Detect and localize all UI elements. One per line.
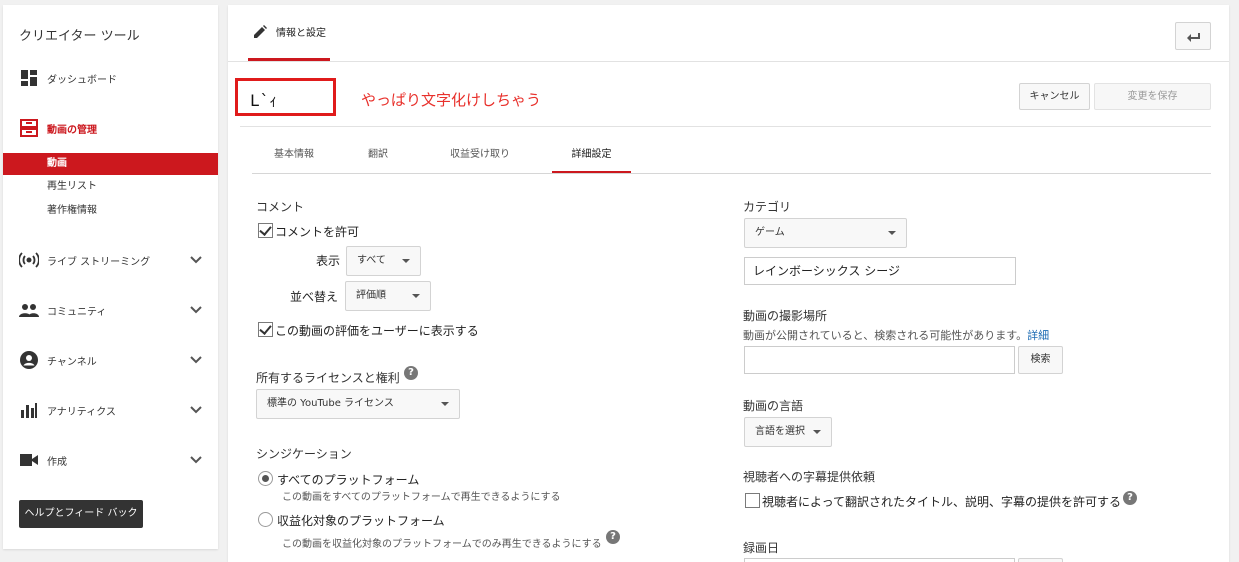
chevron-down-icon[interactable] xyxy=(188,252,204,268)
sidebar: クリエイター ツール ダッシュボード 動画の管理 動画 再生リスト 著作権情報 … xyxy=(3,5,218,549)
video-camera-icon xyxy=(19,450,39,470)
sidebar-item-label: ダッシュボード xyxy=(47,74,117,86)
display-select-value: すべて xyxy=(357,255,386,266)
license-label: 所有するライセンスと権利 xyxy=(256,371,400,385)
video-manager-icon xyxy=(19,118,39,138)
sidebar-item-label: チャンネル xyxy=(47,356,97,368)
license-select-value: 標準の YouTube ライセンス xyxy=(267,398,394,409)
caption-request-text[interactable]: 視聴者によって翻訳されたタイトル、説明、字幕の提供を許可する xyxy=(762,493,1121,510)
sidebar-subitem-playlists[interactable]: 再生リスト xyxy=(3,176,218,198)
chevron-down-icon[interactable] xyxy=(188,302,204,318)
sidebar-subitem-videos[interactable]: 動画 xyxy=(3,153,218,175)
help-icon[interactable]: ? xyxy=(1123,491,1137,505)
sort-select[interactable]: 評価順 xyxy=(345,281,431,311)
back-button[interactable] xyxy=(1175,22,1211,50)
location-label: 動画の撮影場所 xyxy=(743,309,828,323)
dropdown-arrow-icon xyxy=(402,259,410,263)
location-input[interactable] xyxy=(744,346,1015,374)
game-title-input[interactable]: レインボーシックス シージ xyxy=(744,257,1016,285)
display-label: 表示 xyxy=(316,254,341,268)
people-icon xyxy=(19,300,39,320)
allow-comments-label[interactable]: コメントを許可 xyxy=(275,223,359,240)
location-hint: 動画が公開されていると、検索される可能性があります。詳細 xyxy=(743,327,1049,343)
sidebar-item-channel[interactable]: チャンネル xyxy=(3,347,218,373)
tab-label: 情報と設定 xyxy=(276,28,326,39)
save-changes-button[interactable]: 変更を保存 xyxy=(1094,83,1211,110)
help-icon[interactable]: ? xyxy=(404,366,418,380)
platform-all-radio[interactable] xyxy=(258,471,273,486)
sidebar-item-live-streaming[interactable]: ライブ ストリーミング xyxy=(3,247,218,273)
sidebar-item-label: アナリティクス xyxy=(47,406,116,418)
show-ratings-checkbox[interactable] xyxy=(258,322,273,337)
platform-all-hint: この動画をすべてのプラットフォームで再生できるようにする xyxy=(282,492,561,503)
show-ratings-label[interactable]: この動画の評価をユーザーに表示する xyxy=(275,322,479,339)
language-label: 動画の言語 xyxy=(743,399,804,413)
main-panel: 情報と設定 L`ｨ やっぱり文字化けしちゃう キャンセル 変更を保存 基本情報 … xyxy=(228,5,1229,562)
location-hint-text: 動画が公開されていると、検索される可能性があります。 xyxy=(743,329,1028,342)
sidebar-item-community[interactable]: コミュニティ xyxy=(3,297,218,323)
platform-monetized-radio[interactable] xyxy=(258,512,273,527)
license-select[interactable]: 標準の YouTube ライセンス xyxy=(256,389,460,419)
sidebar-item-label: コミュニティ xyxy=(47,306,107,318)
dropdown-arrow-icon xyxy=(813,430,821,434)
back-arrow-icon xyxy=(1187,33,1200,42)
comments-label: コメント xyxy=(256,200,305,214)
account-circle-icon xyxy=(19,350,39,370)
caption-request-label: 視聴者への字幕提供依頼 xyxy=(743,470,876,484)
sidebar-item-label: 動画の管理 xyxy=(47,124,97,136)
chevron-down-icon[interactable] xyxy=(188,402,204,418)
allow-comments-checkbox[interactable] xyxy=(258,223,273,238)
live-broadcast-icon xyxy=(19,250,39,270)
category-select-value: ゲーム xyxy=(755,227,785,238)
cancel-button[interactable]: キャンセル xyxy=(1019,83,1090,110)
annotation-highlight-box: L`ｨ xyxy=(235,78,336,116)
annotation-text: やっぱり文字化けしちゃう xyxy=(361,91,542,109)
divider xyxy=(228,61,1229,62)
platform-monetized-hint: この動画を収益化対象のプラットフォームでのみ再生できるようにする xyxy=(282,539,602,550)
tab-basic-info[interactable]: 基本情報 xyxy=(252,140,336,174)
bar-chart-icon xyxy=(19,400,39,420)
display-select[interactable]: すべて xyxy=(346,246,421,276)
sidebar-title: クリエイター ツール xyxy=(19,29,140,44)
sort-select-value: 評価順 xyxy=(356,290,386,301)
tab-monetization[interactable]: 収益受け取り xyxy=(428,140,532,174)
chevron-down-icon[interactable] xyxy=(188,452,204,468)
category-select[interactable]: ゲーム xyxy=(744,218,907,248)
help-feedback-button[interactable]: ヘルプとフィード バック xyxy=(19,500,143,528)
sidebar-subitem-copyright[interactable]: 著作権情報 xyxy=(3,200,218,222)
divider xyxy=(252,173,1211,174)
record-date-label: 録画日 xyxy=(743,541,780,555)
platform-monetized-label[interactable]: 収益化対象のプラットフォーム xyxy=(277,512,445,529)
tab-info-settings[interactable]: 情報と設定 xyxy=(248,5,330,61)
help-icon[interactable]: ? xyxy=(606,530,620,544)
sidebar-item-analytics[interactable]: アナリティクス xyxy=(3,397,218,423)
sort-label: 並べ替え xyxy=(290,290,339,304)
divider xyxy=(240,126,1211,127)
sidebar-item-label: ライブ ストリーミング xyxy=(47,256,151,268)
tab-advanced-settings[interactable]: 詳細設定 xyxy=(552,140,631,174)
tab-translation[interactable]: 翻訳 xyxy=(348,140,408,174)
chevron-down-icon[interactable] xyxy=(188,352,204,368)
syndication-label: シンジケーション xyxy=(256,447,352,461)
caption-request-checkbox[interactable] xyxy=(745,493,760,508)
dropdown-arrow-icon xyxy=(888,231,896,235)
pencil-icon xyxy=(254,24,267,38)
language-select-value: 言語を選択 xyxy=(755,426,805,437)
game-title-value: レインボーシックス シージ xyxy=(753,264,900,278)
video-title[interactable]: L`ｨ xyxy=(250,87,277,111)
dashboard-icon xyxy=(19,68,39,88)
category-label: カテゴリ xyxy=(743,200,792,214)
dropdown-arrow-icon xyxy=(412,294,420,298)
dropdown-arrow-icon xyxy=(441,402,449,406)
sidebar-item-label: 作成 xyxy=(47,456,67,468)
record-date-button[interactable] xyxy=(1018,558,1063,562)
sidebar-item-video-manager[interactable]: 動画の管理 xyxy=(3,115,218,141)
record-date-input[interactable] xyxy=(744,558,1015,562)
location-learn-more-link[interactable]: 詳細 xyxy=(1027,329,1049,342)
location-search-button[interactable]: 検索 xyxy=(1018,346,1063,374)
language-select[interactable]: 言語を選択 xyxy=(744,417,832,447)
sidebar-item-dashboard[interactable]: ダッシュボード xyxy=(3,65,218,91)
sidebar-item-create[interactable]: 作成 xyxy=(3,447,218,473)
platform-all-label[interactable]: すべてのプラットフォーム xyxy=(277,471,419,488)
